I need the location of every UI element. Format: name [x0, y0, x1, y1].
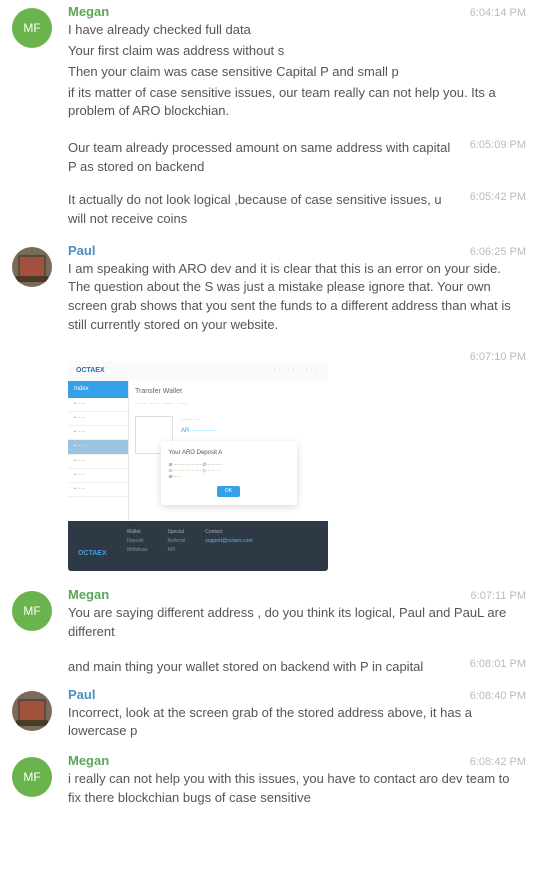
chat-log: MF Megan 6:04:14 PM I have already check…	[0, 0, 538, 810]
avatar-column: MF	[12, 4, 68, 123]
timestamp: 6:05:42 PM	[462, 191, 526, 229]
message-line: Your first claim was address without s	[68, 42, 522, 61]
message-body: and main thing your wallet stored on bac…	[68, 658, 462, 677]
avatar-column: MF	[12, 587, 68, 642]
message: MF Megan 6:08:42 PM i really can not hel…	[0, 749, 538, 810]
avatar-column	[12, 243, 68, 335]
message-line: I have already checked full data	[68, 21, 522, 40]
message-body: I am speaking with ARO dev and it is cle…	[68, 260, 526, 335]
timestamp: 6:06:25 PM	[462, 246, 526, 258]
attachment-title: Transfer Wallet	[135, 387, 322, 397]
attachment-nav: ··· ··· ···	[269, 367, 320, 374]
message-continuation: Our team already processed amount on sam…	[0, 139, 538, 177]
avatar-column: MF	[12, 753, 68, 808]
timestamp: 6:04:14 PM	[462, 7, 526, 19]
avatar[interactable]: MF	[12, 591, 52, 631]
sender-name[interactable]: Megan	[68, 753, 109, 768]
message-continuation: and main thing your wallet stored on bac…	[0, 658, 538, 677]
attachment-modal: Your ARO Deposit A ar··················d…	[161, 441, 297, 505]
message: MF Megan 6:04:14 PM I have already check…	[0, 0, 538, 125]
avatar[interactable]	[12, 691, 52, 731]
sender-name[interactable]: Paul	[68, 243, 95, 258]
sender-name[interactable]: Megan	[68, 587, 109, 602]
message-body: You are saying different address , do yo…	[68, 604, 526, 642]
attachment-modal-title: Your ARO Deposit A	[169, 449, 289, 458]
avatar[interactable]: MF	[12, 8, 52, 48]
message-body: Incorrect, look at the screen grab of th…	[68, 704, 526, 742]
message-body: Our team already processed amount on sam…	[68, 139, 462, 177]
message-body: i really can not help you with this issu…	[68, 770, 526, 808]
timestamp: 6:07:11 PM	[463, 590, 526, 602]
message-line: if its matter of case sensitive issues, …	[68, 84, 522, 122]
timestamp: 6:07:10 PM	[462, 351, 526, 577]
timestamp: 6:08:40 PM	[462, 690, 526, 702]
avatar-column	[12, 687, 68, 742]
message-line: Then your claim was case sensitive Capit…	[68, 63, 522, 82]
message-body: I have already checked full data Your fi…	[68, 21, 526, 121]
attachment-footer-logo: OCTAEX	[78, 549, 107, 559]
attachment-logo: OCTAEX	[76, 366, 105, 376]
message: Paul 6:06:25 PM I am speaking with ARO d…	[0, 239, 538, 337]
message-body: It actually do not look logical ,because…	[68, 191, 462, 229]
avatar[interactable]: MF	[12, 757, 52, 797]
sender-name[interactable]: Paul	[68, 687, 95, 702]
avatar[interactable]	[12, 247, 52, 287]
message: MF Megan 6:07:11 PM You are saying diffe…	[0, 583, 538, 644]
message: Paul 6:08:40 PM Incorrect, look at the s…	[0, 683, 538, 744]
image-attachment[interactable]: OCTAEX ··· ··· ··· Index • ····· • ·····…	[68, 361, 328, 571]
attachment-modal-ok: OK	[217, 486, 240, 497]
message-continuation: OCTAEX ··· ··· ··· Index • ····· • ·····…	[0, 351, 538, 577]
timestamp: 6:08:01 PM	[462, 658, 526, 677]
timestamp: 6:05:09 PM	[462, 139, 526, 177]
attachment-side-header: Index	[68, 381, 128, 398]
timestamp: 6:08:42 PM	[462, 756, 526, 768]
message-continuation: It actually do not look logical ,because…	[0, 191, 538, 229]
sender-name[interactable]: Megan	[68, 4, 109, 19]
